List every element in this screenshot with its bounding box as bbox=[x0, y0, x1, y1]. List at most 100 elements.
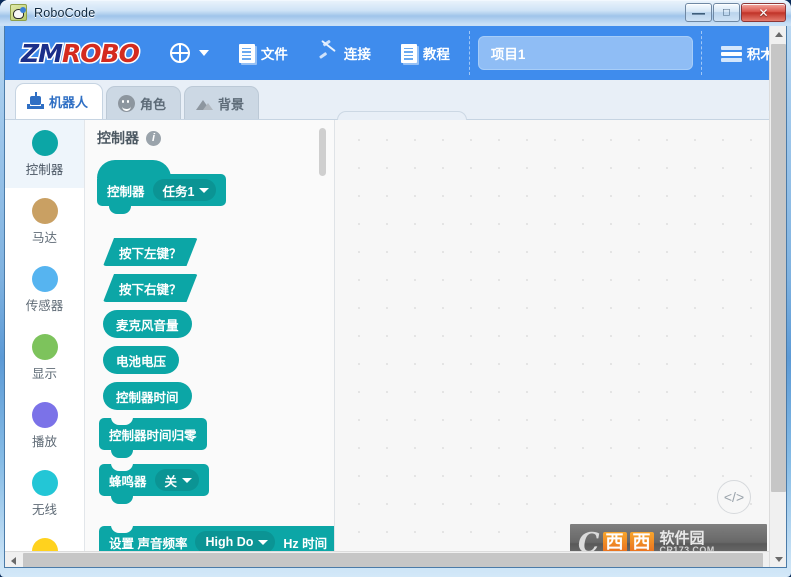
blocks-icon bbox=[720, 43, 742, 63]
scroll-down-arrow bbox=[774, 557, 783, 562]
block-label: 控制器时间 bbox=[116, 390, 179, 405]
scroll-up-button[interactable] bbox=[770, 26, 786, 43]
scroll-up-arrow bbox=[774, 32, 783, 37]
scroll-left-arrow bbox=[11, 556, 16, 565]
block-left-button-pressed[interactable]: 按下左键？ bbox=[103, 238, 198, 266]
category-color-dot bbox=[31, 402, 58, 428]
palette-title: 控制器 bbox=[97, 130, 139, 146]
vertical-scrollbar-thumb[interactable] bbox=[771, 44, 786, 492]
connect-label: 连接 bbox=[343, 47, 371, 62]
project-name-wrapper bbox=[468, 31, 702, 75]
minimize-icon: — bbox=[692, 5, 705, 20]
block-controller-task[interactable]: 控制器 任务1 bbox=[97, 160, 227, 214]
block-right-button-pressed[interactable]: 按下右键？ bbox=[103, 274, 198, 302]
maximize-button[interactable]: □ bbox=[713, 3, 740, 22]
zmrobo-logo: ZMROBO bbox=[19, 38, 141, 68]
horizontal-scrollbar-thumb[interactable] bbox=[23, 553, 763, 567]
scroll-down-button[interactable] bbox=[770, 551, 786, 567]
palette-header: 控制器 i bbox=[85, 120, 334, 152]
globe-icon bbox=[169, 43, 190, 63]
tone-dropdown-value: High Do bbox=[205, 535, 254, 549]
tab-sprite-label: 角色 bbox=[140, 96, 167, 112]
file-icon bbox=[238, 43, 255, 63]
hat-cap bbox=[97, 160, 171, 178]
block-label: 控制器 bbox=[107, 184, 145, 199]
scroll-left-button[interactable] bbox=[5, 552, 22, 567]
chevron-down-icon bbox=[258, 539, 269, 545]
palette-scrollbar-thumb[interactable] bbox=[319, 128, 326, 176]
block-label: 电池电压 bbox=[116, 354, 167, 369]
block-reset-controller-time[interactable]: 控制器时间归零 bbox=[99, 417, 207, 458]
tutorial-label: 教程 bbox=[422, 47, 450, 62]
category-sensor[interactable]: 传感器 bbox=[5, 256, 84, 324]
app-toolbar: ZMROBO 文件 连接 教程 积木 bbox=[5, 26, 786, 80]
category-label: 传感器 bbox=[25, 299, 64, 313]
backdrop-icon bbox=[196, 95, 214, 112]
block-label: 控制器时间归零 bbox=[109, 428, 197, 443]
robot-icon bbox=[27, 92, 44, 110]
close-button[interactable]: ✕ bbox=[741, 3, 786, 22]
buzzer-state-dropdown[interactable]: 关 bbox=[154, 469, 200, 491]
category-controller[interactable]: 控制器 bbox=[5, 120, 84, 188]
block-label: 麦克风音量 bbox=[116, 318, 179, 333]
block-microphone-volume[interactable]: 麦克风音量 bbox=[103, 310, 192, 338]
logo-part-zm: ZM bbox=[19, 38, 64, 68]
info-icon[interactable]: i bbox=[146, 130, 161, 146]
category-color-dot bbox=[31, 198, 58, 224]
file-menu-label: 文件 bbox=[260, 47, 288, 62]
robot-app-icon bbox=[10, 4, 27, 21]
category-label: 马达 bbox=[31, 231, 57, 245]
tab-backdrop[interactable]: 背景 bbox=[184, 86, 260, 119]
block-buzzer[interactable]: 蜂鸣器 关 bbox=[99, 463, 210, 504]
tab-robot[interactable]: 机器人 bbox=[15, 83, 104, 119]
category-color-dot bbox=[31, 470, 58, 496]
file-menu[interactable]: 文件 bbox=[226, 26, 301, 80]
block-battery-voltage[interactable]: 电池电压 bbox=[103, 346, 180, 374]
tutorial-button[interactable]: 教程 bbox=[388, 26, 463, 80]
tone-dropdown[interactable]: High Do bbox=[195, 531, 276, 553]
chevron-down-icon bbox=[182, 477, 193, 483]
code-view-button[interactable]: </> bbox=[717, 480, 751, 514]
category-label: 播放 bbox=[31, 435, 57, 449]
window-titlebar[interactable]: RoboCode — □ ✕ bbox=[0, 0, 791, 26]
palette-scrollbar[interactable] bbox=[319, 128, 326, 544]
chevron-down-icon bbox=[199, 187, 210, 193]
category-color-dot bbox=[31, 334, 58, 360]
horizontal-scrollbar[interactable] bbox=[5, 551, 771, 567]
tab-sprite[interactable]: 角色 bbox=[106, 86, 182, 119]
close-icon: ✕ bbox=[758, 5, 769, 20]
code-view-label: </> bbox=[723, 489, 745, 505]
minimize-button[interactable]: — bbox=[685, 3, 712, 22]
block-palette: 控制器 i 控制器 任务1 按下左键？ 按下右键？ 麦克风音量 电池电压 控制器… bbox=[85, 120, 335, 567]
logo-part-r: R bbox=[60, 38, 82, 68]
palette-block-list: 控制器 任务1 按下左键？ 按下右键？ 麦克风音量 电池电压 控制器时间 控制器… bbox=[85, 152, 334, 567]
category-motor[interactable]: 马达 bbox=[5, 188, 84, 256]
task-dropdown[interactable]: 任务1 bbox=[152, 179, 217, 201]
category-label: 控制器 bbox=[25, 163, 64, 177]
buzzer-state-value: 关 bbox=[164, 474, 178, 489]
category-color-dot bbox=[31, 266, 58, 292]
category-label: 事件 bbox=[32, 567, 57, 568]
chevron-down-icon bbox=[198, 50, 209, 56]
script-canvas[interactable]: </> C 西 西 软件园 CR173.COM bbox=[335, 120, 771, 567]
titlebar-left: RoboCode bbox=[10, 4, 95, 21]
tab-backdrop-label: 背景 bbox=[218, 96, 245, 112]
vertical-scrollbar[interactable] bbox=[769, 26, 786, 567]
block-label: 按下左键？ bbox=[119, 246, 182, 261]
window-controls[interactable]: — □ ✕ bbox=[685, 3, 786, 22]
watermark-title: 软件园 bbox=[659, 530, 705, 547]
tab-robot-label: 机器人 bbox=[49, 95, 89, 110]
connect-icon bbox=[318, 43, 338, 63]
connect-button[interactable]: 连接 bbox=[305, 26, 384, 80]
block-label: 按下右键？ bbox=[119, 282, 182, 297]
category-wireless[interactable]: 无线 bbox=[5, 460, 84, 528]
task-dropdown-value: 任务1 bbox=[162, 184, 195, 199]
category-display[interactable]: 显示 bbox=[5, 324, 84, 392]
category-play[interactable]: 播放 bbox=[5, 392, 84, 460]
project-name-input[interactable] bbox=[477, 36, 693, 70]
block-controller-time[interactable]: 控制器时间 bbox=[103, 382, 192, 410]
category-sidebar: 控制器 马达 传感器 显示 播放 无线 bbox=[5, 120, 85, 568]
sprite-icon bbox=[118, 94, 136, 112]
tutorial-icon bbox=[400, 43, 417, 63]
language-menu[interactable] bbox=[157, 26, 222, 80]
